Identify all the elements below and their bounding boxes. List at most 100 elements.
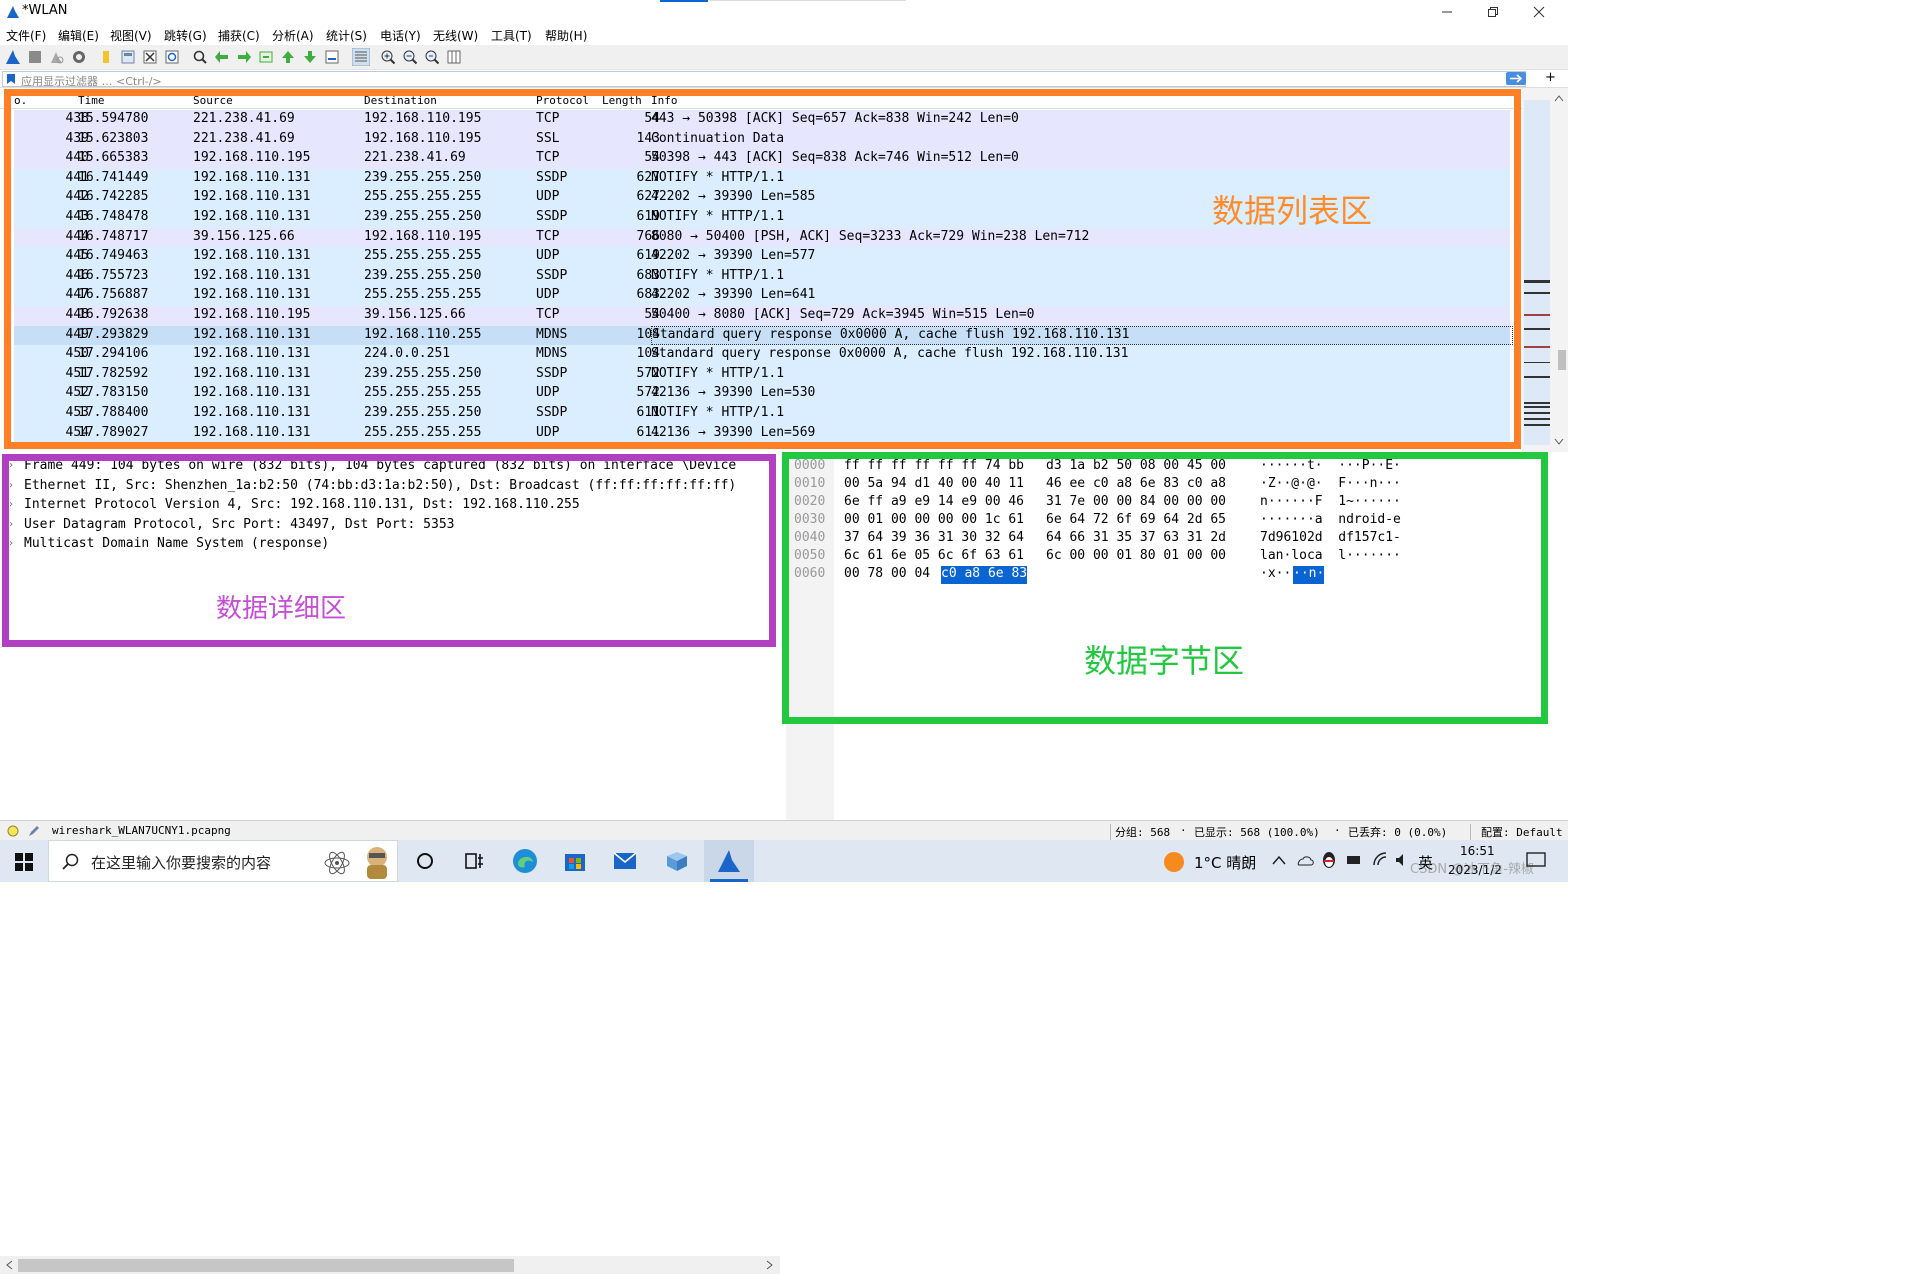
reload-icon[interactable]: [164, 49, 180, 65]
menu-item[interactable]: 编辑(E): [58, 27, 99, 44]
task-view-icon[interactable]: [412, 848, 438, 874]
start-capture-icon[interactable]: [5, 49, 21, 65]
find-packet-icon[interactable]: [192, 49, 208, 65]
go-forward-icon[interactable]: [236, 49, 252, 65]
packet-row[interactable]: 450 17.294106 192.168.110.131 224.0.0.251 MD…: [14, 345, 1510, 365]
zoom-out-icon[interactable]: [402, 49, 418, 65]
scroll-up-icon[interactable]: [1554, 94, 1564, 102]
mail-icon[interactable]: [612, 848, 638, 874]
packet-row[interactable]: 445 16.749463 192.168.110.131 255.255.255.2…: [14, 247, 1510, 267]
packet-row[interactable]: 449 17.293829 192.168.110.131 192.168.110.2…: [14, 325, 1513, 346]
menu-item[interactable]: 电话(Y): [380, 27, 421, 44]
menu-item[interactable]: 分析(A): [272, 27, 314, 44]
bookmark-icon[interactable]: [6, 73, 16, 85]
onedrive-cloud-icon[interactable]: [1296, 854, 1314, 866]
detail-tree-row[interactable]: › Internet Protocol Version 4, Src: 192.1…: [8, 497, 772, 517]
status-profile[interactable]: 配置: Default: [1470, 824, 1563, 840]
save-file-icon[interactable]: [120, 49, 136, 65]
wireshark-task-active[interactable]: [704, 840, 754, 882]
menu-item[interactable]: 文件(F): [6, 27, 46, 44]
go-back-icon[interactable]: [214, 49, 230, 65]
microsoft-store-icon[interactable]: [562, 848, 588, 874]
windows-start-icon[interactable]: [15, 853, 33, 871]
column-header[interactable]: o.: [14, 94, 27, 107]
open-file-icon[interactable]: [98, 49, 114, 65]
details-hscrollbar[interactable]: [0, 1256, 780, 1274]
expand-arrow-icon[interactable]: ›: [8, 480, 14, 491]
go-to-packet-icon[interactable]: [258, 49, 274, 65]
first-packet-icon[interactable]: [280, 49, 296, 65]
detail-tree-row[interactable]: › Ethernet II, Src: Shenzhen_1a:b2:50 (74…: [8, 478, 772, 498]
menu-item[interactable]: 跳转(G): [164, 27, 207, 44]
packet-row[interactable]: 439 15.623803 221.238.41.69 192.168.110.195…: [14, 129, 1510, 150]
colorize-icon[interactable]: [352, 48, 370, 66]
expert-info-icon[interactable]: [7, 825, 19, 837]
detail-tree-row[interactable]: › User Datagram Protocol, Src Port: 43497…: [8, 517, 772, 537]
packet-row[interactable]: 448 16.792638 192.168.110.195 39.156.125.66…: [14, 306, 1510, 326]
minimize-button[interactable]: [1424, 0, 1470, 24]
widgets-icon[interactable]: [462, 848, 488, 874]
volume-icon[interactable]: [1394, 852, 1410, 868]
zoom-normal-icon[interactable]: [424, 49, 440, 65]
hscroll-thumb[interactable]: [18, 1259, 514, 1272]
clock-time[interactable]: 16:51: [1460, 844, 1495, 858]
scroll-thumb[interactable]: [1558, 350, 1566, 370]
capture-options-icon[interactable]: [71, 49, 87, 65]
expand-arrow-icon[interactable]: ›: [8, 499, 14, 510]
chevron-up-icon[interactable]: [1272, 855, 1286, 865]
hex-bytes: 46 ee c0 a8 6e 83 c0 a8: [1046, 476, 1227, 491]
packet-row[interactable]: 453 17.788400 192.168.110.131 239.255.255.2…: [14, 404, 1510, 424]
notification-icon[interactable]: [1526, 852, 1546, 870]
packet-row[interactable]: 451 17.782592 192.168.110.131 239.255.255.2…: [14, 364, 1510, 385]
restart-capture-icon[interactable]: [49, 49, 65, 65]
qq-penguin-icon[interactable]: [1322, 851, 1336, 869]
packet-row[interactable]: 446 16.755723 192.168.110.131 239.255.255.2…: [14, 266, 1510, 287]
add-filter-button[interactable]: +: [1545, 70, 1556, 85]
expand-arrow-icon[interactable]: ›: [8, 519, 14, 530]
packet-row[interactable]: 440 15.665383 192.168.110.195 221.238.41.69…: [14, 149, 1510, 169]
resize-columns-icon[interactable]: [446, 49, 462, 65]
file-explorer-icon[interactable]: [664, 848, 690, 874]
battery-icon[interactable]: [1346, 854, 1362, 866]
menu-item[interactable]: 统计(S): [326, 27, 367, 44]
weather-text[interactable]: 1°C 晴朗: [1194, 852, 1256, 873]
packet-cell-info: Standard query response 0x0000 A, cache …: [651, 346, 1129, 362]
wifi-icon[interactable]: [1372, 852, 1388, 868]
stop-capture-icon[interactable]: [27, 49, 43, 65]
taskbar-search[interactable]: 在这里输入你要搜索的内容: [48, 840, 398, 882]
close-file-icon[interactable]: [142, 49, 158, 65]
menu-item[interactable]: 工具(T): [491, 27, 532, 44]
column-header[interactable]: Info: [651, 94, 678, 107]
packet-row[interactable]: 454 17.789027 192.168.110.131 255.255.255.2…: [14, 423, 1510, 444]
column-header[interactable]: Time: [78, 94, 105, 107]
packet-row[interactable]: 452 17.783150 192.168.110.131 255.255.255.2…: [14, 384, 1510, 404]
autoscroll-icon[interactable]: [324, 49, 340, 65]
detail-tree-row[interactable]: › Multicast Domain Name System (response): [8, 536, 772, 556]
capture-comment-icon[interactable]: [27, 824, 41, 838]
expand-arrow-icon[interactable]: ›: [8, 460, 14, 471]
zoom-in-icon[interactable]: [380, 49, 396, 65]
packet-row[interactable]: 438 15.594780 221.238.41.69 192.168.110.195…: [14, 110, 1510, 130]
scroll-right-icon[interactable]: [766, 1260, 774, 1270]
expand-arrow-icon[interactable]: ›: [8, 538, 14, 549]
maximize-button[interactable]: [1470, 0, 1516, 24]
column-header[interactable]: Source: [193, 94, 233, 107]
menu-item[interactable]: 帮助(H): [545, 27, 587, 44]
close-button[interactable]: [1516, 0, 1562, 24]
menu-item[interactable]: 视图(V): [110, 27, 152, 44]
edge-browser-icon[interactable]: [512, 848, 538, 874]
packet-minimap[interactable]: [1524, 100, 1550, 445]
apply-filter-icon[interactable]: [1506, 72, 1526, 85]
column-header[interactable]: Destination: [364, 94, 437, 107]
packet-row[interactable]: 447 16.756887 192.168.110.131 255.255.255.2…: [14, 286, 1510, 306]
scroll-left-icon[interactable]: [5, 1260, 13, 1270]
menu-item[interactable]: 捕获(C): [218, 27, 260, 44]
menu-item[interactable]: 无线(W): [433, 27, 478, 44]
detail-tree-row[interactable]: › Frame 449: 104 bytes on wire (832 bits)…: [8, 458, 772, 478]
last-packet-icon[interactable]: [302, 49, 318, 65]
scroll-down-icon[interactable]: [1554, 438, 1564, 446]
display-filter-input[interactable]: 应用显示过滤器 … <Ctrl-/>: [2, 71, 1526, 88]
column-header[interactable]: Length: [602, 94, 642, 107]
weather-icon[interactable]: [1162, 850, 1186, 874]
column-header[interactable]: Protocol: [536, 94, 589, 107]
